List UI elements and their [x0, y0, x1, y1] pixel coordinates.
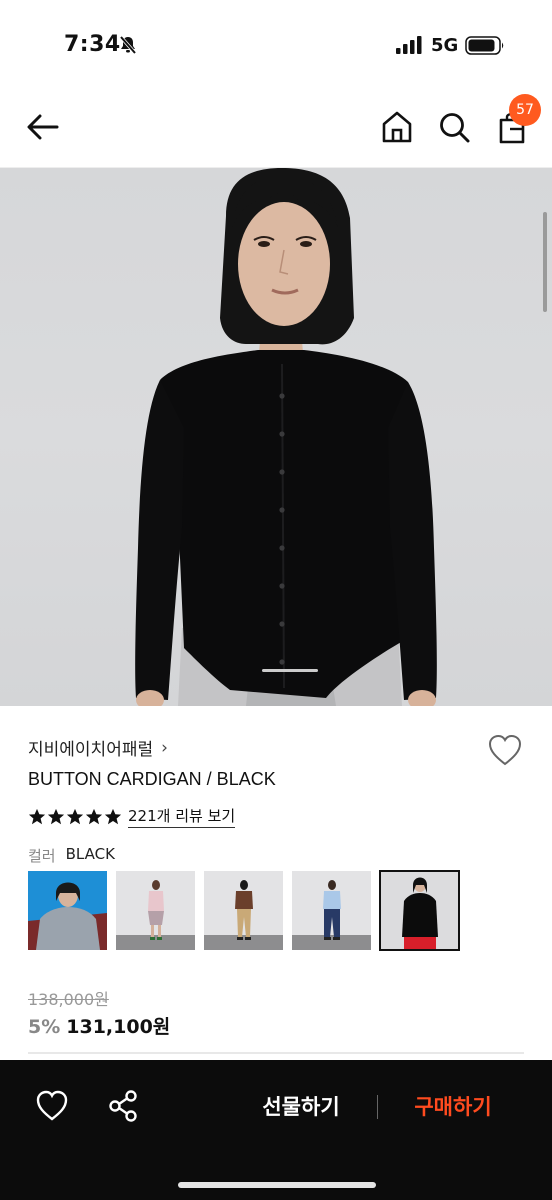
color-label: 컬러 [28, 847, 56, 865]
home-icon[interactable] [379, 108, 415, 146]
cart-count-badge: 57 [509, 94, 541, 126]
carousel-indicator [262, 669, 318, 672]
product-name: BUTTON CARDIGAN / BLACK [28, 769, 276, 789]
bell-slash-icon [119, 35, 137, 55]
discount-rate: 5% [28, 1016, 61, 1038]
page-scrollbar[interactable] [543, 212, 547, 312]
star-icon [28, 808, 46, 824]
product-main-image[interactable] [0, 168, 552, 706]
thumb-brown-outfit[interactable] [204, 871, 283, 950]
original-price: 138,000원 [28, 990, 109, 1009]
model-photo [135, 168, 437, 706]
thumb-pink-outfit[interactable] [116, 871, 195, 950]
chevron-right-icon: › [161, 737, 168, 758]
top-navigation: 57 [0, 90, 552, 168]
network-label: 5G [431, 35, 459, 56]
sale-price: 131,100원 [66, 1016, 171, 1038]
brand-name: 지비에이치어패럴 [28, 740, 154, 760]
star-rating [28, 808, 122, 826]
signal-icon [396, 36, 422, 54]
star-icon [104, 808, 122, 824]
star-icon [66, 808, 84, 824]
back-arrow-icon[interactable] [24, 108, 64, 146]
star-icon [85, 808, 103, 824]
brand-link[interactable]: 지비에이치어패럴 › [28, 735, 168, 761]
heart-icon[interactable] [486, 732, 524, 768]
color-value: BLACK [65, 845, 115, 863]
color-thumbnails [28, 870, 460, 951]
rating-row: 221개 리뷰 보기 [28, 805, 236, 828]
share-icon[interactable] [106, 1088, 140, 1124]
star-icon [47, 808, 65, 824]
battery-icon [465, 36, 504, 55]
bottom-bar-divider [377, 1095, 378, 1119]
color-option-row: 컬러 BLACK [28, 845, 115, 866]
status-time: 7:34 [64, 32, 121, 57]
thumb-black-outfit[interactable] [379, 870, 460, 951]
bottom-action-bar: 선물하기 구매하기 [0, 1060, 552, 1200]
sale-price-row: 5% 131,100원 [28, 1012, 170, 1039]
gift-button[interactable]: 선물하기 [244, 1090, 358, 1124]
divider [28, 1052, 524, 1054]
search-icon[interactable] [436, 108, 472, 146]
review-link[interactable]: 221개 리뷰 보기 [128, 805, 236, 828]
buy-button[interactable]: 구매하기 [396, 1090, 510, 1124]
home-indicator [178, 1182, 376, 1188]
heart-icon[interactable] [34, 1088, 70, 1124]
thumb-blue-gray-cardigan[interactable] [28, 871, 107, 950]
thumb-light-blue-outfit[interactable] [292, 871, 371, 950]
status-bar: 7:34 5G [0, 0, 552, 90]
